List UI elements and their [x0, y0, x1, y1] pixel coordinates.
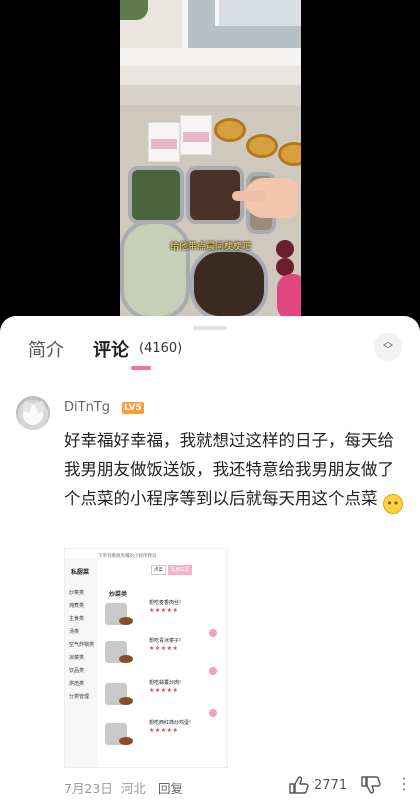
food-bowl-rice: [120, 220, 190, 320]
add-dish-icon: [209, 629, 217, 637]
video-caption: 给他带点晨间梗梗吧: [170, 242, 252, 252]
comment-image[interactable]: 下单到看厨房赚的小程序我说 私厨菜 炒菜类 炖煮类 主食类 汤类 空气炸锅类 凉…: [64, 548, 228, 768]
add-dish-icon: [209, 667, 217, 675]
dish-plate: [119, 617, 133, 625]
collapse-button[interactable]: ︿ ﹀: [374, 333, 402, 361]
dish-item: 想吃蒜薹炒肉! ★★★★★: [105, 679, 223, 717]
video-window-pane: [215, 0, 301, 26]
shared-tab: 私厨日志: [168, 565, 192, 575]
tab-active-indicator: [131, 366, 151, 370]
sidebar-item: 分类管理: [69, 694, 90, 700]
reply-button[interactable]: 回复: [158, 778, 183, 797]
comment-location: 河北: [120, 781, 146, 796]
tab-intro[interactable]: 简介: [28, 336, 64, 362]
dish-item: 想吃西红柿炒鸡蛋! ★★★★★: [105, 719, 223, 755]
shared-image-sidebar: 私厨菜 炒菜类 炖煮类 主食类 汤类 空气炸锅类 凉菜类 饮品类 烘焙类 分类管…: [65, 559, 97, 767]
dish-item: 想吃青冰菜子! ★★★★★: [105, 637, 223, 675]
dish-rating: ★★★★★: [149, 645, 179, 652]
thumbs-down-icon[interactable]: [360, 776, 382, 794]
add-dish-icon: [209, 709, 217, 717]
chevron-down-icon: ﹀: [383, 345, 393, 356]
dish-rating: ★★★★★: [149, 727, 179, 734]
dish-rating: ★★★★★: [149, 607, 179, 614]
dish-plate: [119, 737, 133, 745]
shared-image-tabs: 点菜 私厨日志: [151, 565, 192, 575]
dish-name: 想吃西红柿炒鸡蛋!: [149, 720, 192, 726]
comment-date: 7月23日: [64, 781, 113, 796]
sidebar-item: 炒菜类: [69, 590, 85, 596]
shared-category: 炒菜类: [109, 591, 128, 598]
comment-username[interactable]: DiTnTg: [64, 400, 110, 415]
dish-item: 想吃麦香肉丝! ★★★★★: [105, 599, 223, 637]
sidebar-item: 汤类: [69, 629, 80, 635]
dish-name: 想吃青冰菜子!: [149, 638, 182, 644]
drag-handle[interactable]: [193, 326, 227, 330]
more-options-icon[interactable]: ⋮: [396, 776, 412, 792]
sidebar-item: 空气炸锅类: [69, 642, 95, 648]
comment-text: 好幸福好幸福，我就想过这样的日子，每天给我男朋友做饭送饭，我还特意给我男朋友做了…: [64, 426, 404, 514]
level-badge: LV5: [122, 402, 144, 414]
sidebar-item: 烘焙类: [69, 681, 85, 687]
sidebar-item: 炖煮类: [69, 603, 85, 609]
comments-sheet: 简介 评论 (4160) ︿ ﹀ DiTnTg LV5 好幸福好幸福，我就想过这…: [0, 316, 420, 800]
milk-carton: [148, 122, 180, 162]
avatar[interactable]: [16, 396, 50, 430]
berry: [276, 240, 294, 258]
sidebar-item: 凉菜类: [69, 655, 85, 661]
egg-tart: [214, 118, 246, 142]
shared-tab: 点菜: [151, 565, 166, 575]
sidebar-item: 主食类: [69, 616, 85, 622]
like-count: 2771: [314, 778, 348, 793]
dragon-fruit: [277, 274, 301, 320]
shared-image-header: 下单到看厨房赚的小程序我说: [98, 554, 157, 559]
egg-tart: [246, 134, 278, 158]
milk-carton: [180, 115, 212, 155]
video-frame: 给他带点晨间梗梗吧: [120, 0, 301, 320]
cat-ear-right: [34, 400, 46, 414]
dish-plate: [119, 697, 133, 705]
comment-body: 好幸福好幸福，我就想过这样的日子，每天给我男朋友做饭送饭，我还特意给我男朋友做了…: [64, 431, 394, 508]
dish-name: 想吃蒜薹炒肉!: [149, 680, 182, 686]
video-windowsill: [120, 48, 301, 66]
video-player[interactable]: 给他带点晨间梗梗吧: [0, 0, 420, 320]
dish-plate: [119, 655, 133, 663]
dish-rating: ★★★★★: [149, 687, 179, 694]
comment-count: (4160): [139, 341, 183, 356]
tab-comments[interactable]: 评论: [93, 336, 129, 362]
dish-name: 想吃麦香肉丝!: [149, 600, 182, 606]
thumbs-up-icon[interactable]: [288, 776, 310, 794]
food-bowl-meat: [190, 248, 268, 320]
video-finger: [232, 191, 266, 201]
sidebar-title: 私厨菜: [71, 569, 90, 576]
comment-meta: 7月23日 河北: [64, 778, 146, 797]
cat-ear-left: [21, 400, 33, 414]
kiss-emoji-icon: ••: [382, 494, 403, 514]
food-tray-greens: [128, 166, 184, 224]
video-plant: [120, 0, 148, 20]
sidebar-item: 饮品类: [69, 668, 85, 674]
